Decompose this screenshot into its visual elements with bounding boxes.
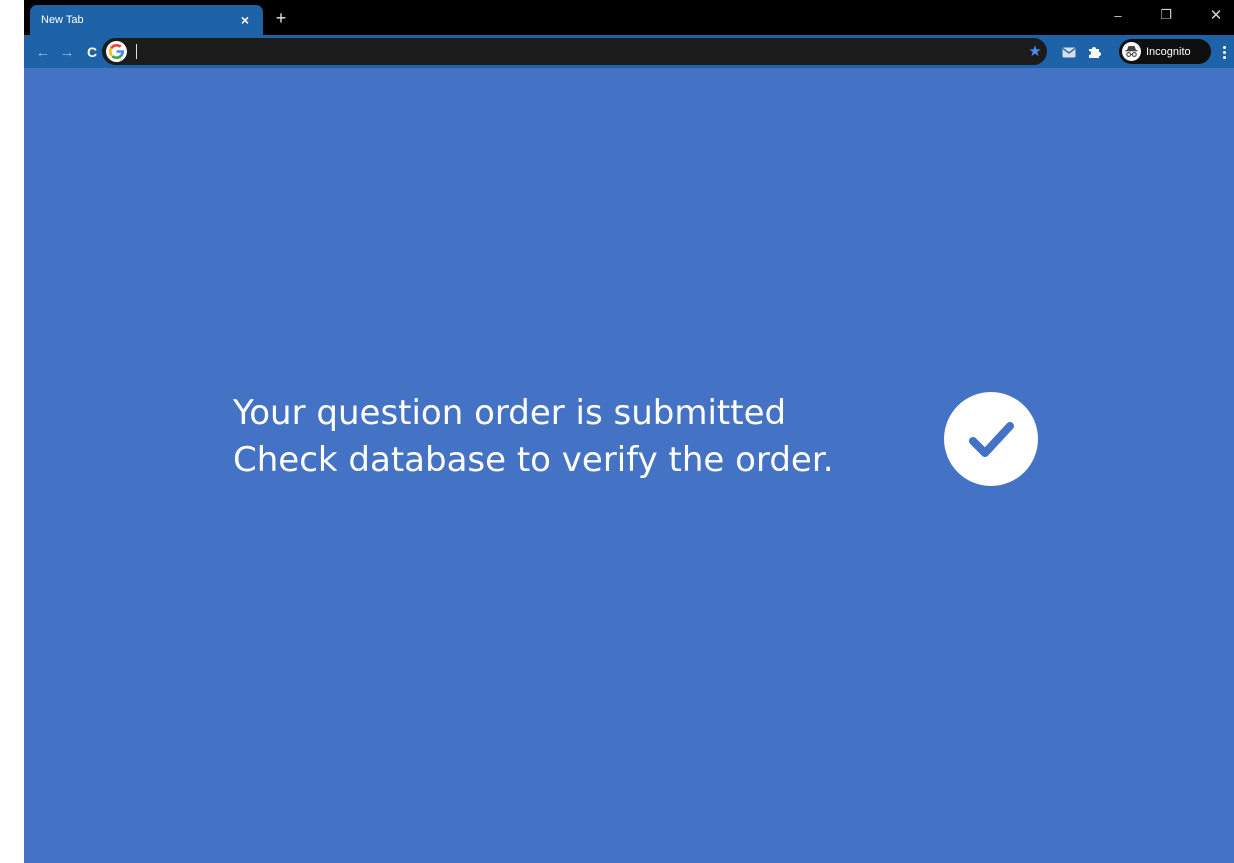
browser-window: New Tab × + – ❐ ✕ ← → C ★ Incognito Your… — [0, 0, 1234, 863]
new-tab-button[interactable]: + — [270, 7, 292, 29]
restore-button[interactable]: ❐ — [1152, 4, 1180, 26]
reload-button[interactable]: C — [81, 41, 103, 63]
tab-new-tab[interactable]: New Tab × — [30, 5, 263, 35]
page-content: Your question order is submitted Check d… — [24, 68, 1234, 863]
google-icon — [106, 41, 127, 62]
kebab-menu-icon[interactable] — [1217, 41, 1231, 63]
left-margin — [0, 0, 24, 863]
incognito-icon — [1122, 42, 1141, 61]
browser-toolbar: ← → C ★ Incognito — [24, 35, 1234, 68]
message-line-1: Your question order is submitted — [233, 393, 787, 433]
close-window-button[interactable]: ✕ — [1202, 4, 1230, 26]
extensions-puzzle-icon[interactable] — [1083, 41, 1105, 63]
message-line-2: Check database to verify the order. — [233, 440, 834, 480]
browser-chrome: New Tab × + – ❐ ✕ ← → C ★ Incognito Your… — [24, 0, 1234, 863]
confirmation-message: Your question order is submitted Check d… — [233, 390, 953, 484]
address-bar[interactable]: ★ — [102, 38, 1047, 65]
minimize-button[interactable]: – — [1104, 4, 1132, 26]
bookmark-star-icon[interactable]: ★ — [1025, 41, 1045, 61]
google-g-icon — [109, 44, 124, 59]
mail-extension-icon[interactable] — [1058, 41, 1080, 63]
back-button[interactable]: ← — [32, 41, 54, 63]
tab-title: New Tab — [41, 14, 84, 26]
tab-strip: New Tab × + – ❐ ✕ — [24, 0, 1234, 35]
text-cursor — [136, 44, 137, 59]
incognito-label: Incognito — [1146, 45, 1191, 58]
incognito-profile-button[interactable]: Incognito — [1119, 39, 1211, 64]
forward-button[interactable]: → — [56, 41, 78, 63]
checkmark-circle-icon — [944, 392, 1038, 486]
tab-close-icon[interactable]: × — [235, 10, 255, 30]
